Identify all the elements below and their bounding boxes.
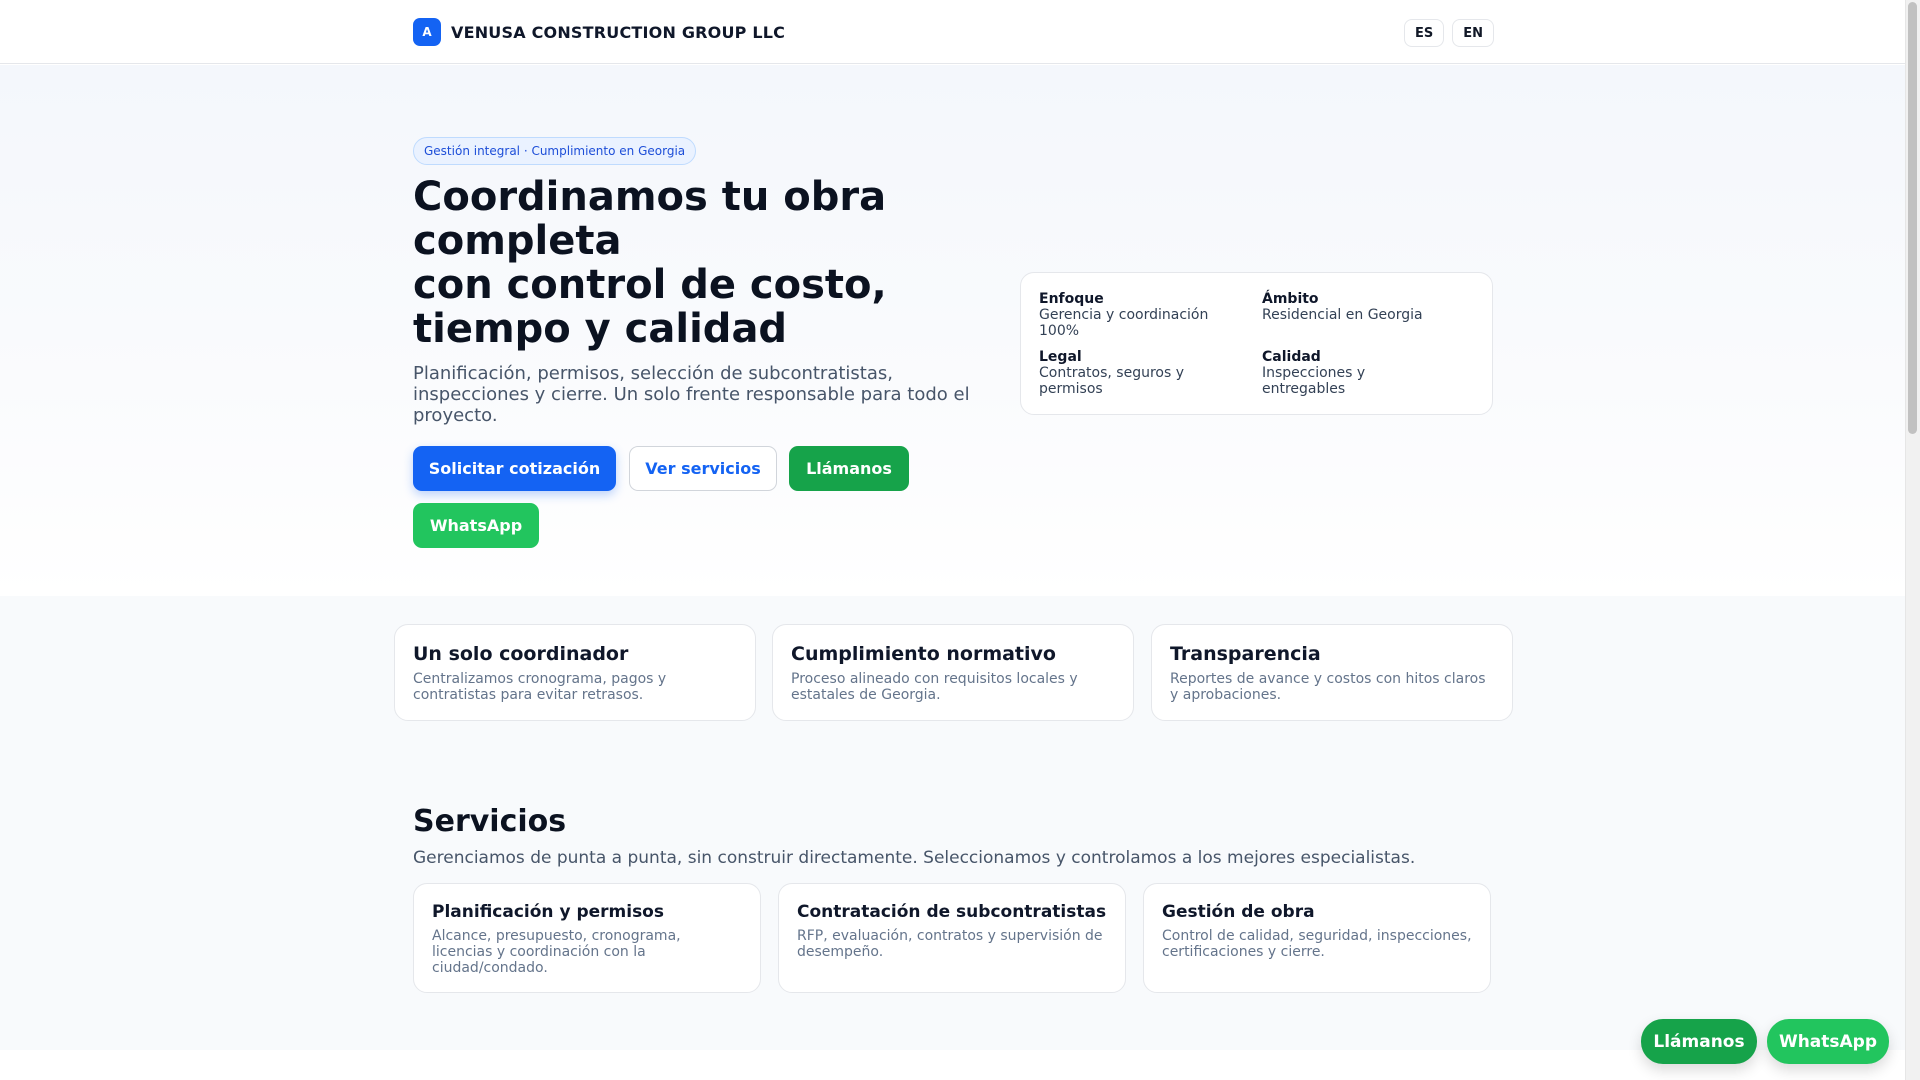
feature-card: Un solo coordinador Centralizamos cronog…	[394, 624, 756, 721]
hero-eyebrow-badge: Gestión integral · Cumplimiento en Georg…	[413, 137, 697, 165]
features-section: Un solo coordinador Centralizamos cronog…	[0, 596, 1905, 1050]
scrollbar-thumb[interactable]	[1908, 2, 1917, 434]
hero-title-line: Coordinamos tu obra	[413, 174, 887, 220]
feature-title: Cumplimiento normativo	[791, 643, 1056, 665]
service-title: Planificación y permisos	[432, 902, 664, 922]
services-title: Servicios	[413, 804, 567, 839]
info-label: Calidad	[1262, 349, 1321, 365]
feature-card: Cumplimiento normativo Proceso alineado …	[772, 624, 1134, 721]
info-label: Legal	[1039, 349, 1082, 365]
view-services-button[interactable]: Ver servicios	[629, 446, 777, 491]
hero-subtitle: Planificación, permisos, selección de su…	[413, 363, 970, 426]
hero-info-card: Enfoque Gerencia y coordinación 100% Ámb…	[1020, 272, 1493, 415]
service-card: Gestión de obra Control de calidad, segu…	[1143, 883, 1491, 993]
floating-whatsapp-button[interactable]: WhatsApp	[1767, 1019, 1889, 1064]
page: A VENUSA CONSTRUCTION GROUP LLC ES EN Ge…	[0, 0, 1905, 1080]
site-header: A VENUSA CONSTRUCTION GROUP LLC ES EN	[0, 0, 1905, 64]
brand-logo-icon: A	[413, 18, 441, 46]
info-value: Contratos, seguros y permisos	[1039, 365, 1184, 397]
hero-title-line: completa	[413, 218, 622, 264]
language-switch: ES EN	[1404, 19, 1495, 47]
service-card: Planificación y permisos Alcance, presup…	[413, 883, 761, 993]
feature-card: Transparencia Reportes de avance y costo…	[1151, 624, 1513, 721]
info-item-quality: Calidad Inspecciones y entregables	[1262, 349, 1452, 397]
feature-text: Centralizamos cronograma, pagos y contra…	[413, 671, 667, 703]
info-item-legal: Legal Contratos, seguros y permisos	[1039, 349, 1229, 397]
feature-title: Un solo coordinador	[413, 643, 629, 665]
feature-title: Transparencia	[1170, 643, 1321, 665]
info-item-focus: Enfoque Gerencia y coordinación 100%	[1039, 291, 1229, 339]
service-text: Alcance, presupuesto, cronograma, licenc…	[432, 928, 681, 976]
service-title: Gestión de obra	[1162, 902, 1315, 922]
brand-name: VENUSA CONSTRUCTION GROUP LLC	[451, 22, 786, 42]
call-us-button[interactable]: Llámanos	[789, 446, 909, 491]
info-label: Ámbito	[1262, 291, 1319, 307]
feature-text: Proceso alineado con requisitos locales …	[791, 671, 1078, 703]
info-value: Gerencia y coordinación 100%	[1039, 307, 1209, 339]
floating-call-button[interactable]: Llámanos	[1641, 1019, 1757, 1064]
request-quote-button[interactable]: Solicitar cotización	[413, 446, 616, 491]
service-title: Contratación de subcontratistas	[797, 902, 1107, 922]
hero-title-line: tiempo y calidad	[413, 306, 788, 352]
page-scrollbar[interactable]	[1905, 0, 1920, 1080]
lang-es-button[interactable]: ES	[1404, 19, 1445, 47]
next-section	[0, 1050, 1905, 1080]
feature-text: Reportes de avance y costos con hitos cl…	[1170, 671, 1486, 703]
service-card: Contratación de subcontratistas RFP, eva…	[778, 883, 1126, 993]
services-subtitle: Gerenciamos de punta a punta, sin constr…	[413, 848, 1416, 868]
service-text: RFP, evaluación, contratos y supervisión…	[797, 928, 1103, 960]
hero-section: Gestión integral · Cumplimiento en Georg…	[0, 65, 1905, 596]
whatsapp-button[interactable]: WhatsApp	[413, 503, 539, 548]
service-text: Control de calidad, seguridad, inspeccio…	[1162, 928, 1472, 960]
brand[interactable]: A VENUSA CONSTRUCTION GROUP LLC	[413, 18, 785, 46]
hero-title: Coordinamos tu obra completa con control…	[413, 175, 1013, 351]
hero-title-line: con control de costo,	[413, 262, 887, 308]
info-value: Residencial en Georgia	[1262, 307, 1423, 323]
info-value: Inspecciones y entregables	[1262, 365, 1366, 397]
info-item-scope: Ámbito Residencial en Georgia	[1262, 291, 1452, 323]
lang-en-button[interactable]: EN	[1452, 19, 1495, 47]
info-label: Enfoque	[1039, 291, 1104, 307]
